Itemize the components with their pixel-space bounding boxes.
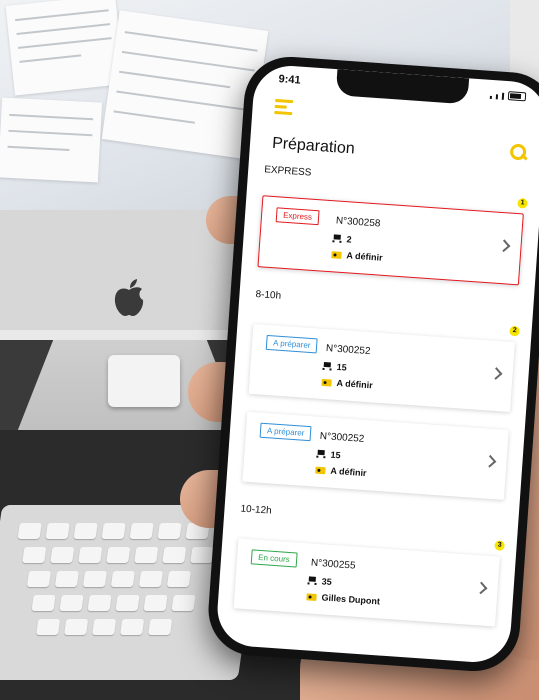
cart-icon xyxy=(322,362,332,371)
signal-icon xyxy=(489,95,492,100)
cart-icon xyxy=(307,576,317,585)
phone-screen: 9:41 Préparation EXPRESS 1 Express N°300… xyxy=(215,63,539,665)
id-card-icon xyxy=(321,378,332,387)
chevron-right-icon[interactable] xyxy=(474,581,488,595)
order-number: N°300255 xyxy=(310,557,356,572)
status-badge: En cours xyxy=(250,549,298,568)
status-icons xyxy=(489,90,527,102)
id-card-icon xyxy=(315,466,326,474)
chevron-right-icon[interactable] xyxy=(483,454,497,468)
phone-notch xyxy=(335,69,470,105)
status-time: 9:41 xyxy=(278,73,302,87)
signal-icon xyxy=(501,92,505,100)
assignee-row: A définir xyxy=(331,249,383,263)
assignee-row: A définir xyxy=(321,377,374,391)
assignee-row: A définir xyxy=(315,465,367,479)
quantity-row: 35 xyxy=(307,575,332,587)
assignee-value: A définir xyxy=(336,377,374,391)
quantity-row: 15 xyxy=(322,361,347,373)
status-badge: A préparer xyxy=(265,334,318,354)
assignee-value: Gilles Dupont xyxy=(321,592,381,607)
order-number: N°300252 xyxy=(325,343,371,358)
smartphone: 9:41 Préparation EXPRESS 1 Express N°300… xyxy=(205,53,539,675)
apple-logo-icon xyxy=(114,279,144,316)
paper-sheet xyxy=(5,0,125,96)
assignee-value: A définir xyxy=(346,250,383,263)
device-box xyxy=(108,355,180,407)
order-number: N°300258 xyxy=(335,215,381,230)
cart-icon xyxy=(332,234,342,243)
page-title: Préparation xyxy=(271,134,356,158)
quantity-row: 15 xyxy=(316,449,341,461)
status-badge: Express xyxy=(275,207,320,226)
order-number: N°300252 xyxy=(319,430,365,445)
quantity-value: 35 xyxy=(321,576,333,588)
chevron-right-icon[interactable] xyxy=(489,367,503,380)
cart-icon xyxy=(316,450,326,459)
paper-sheet xyxy=(0,97,103,183)
assignee-value: A définir xyxy=(330,465,367,479)
order-list: EXPRESS 1 Express N°300258 2 A définir 8… xyxy=(218,163,539,627)
quantity-value: 15 xyxy=(330,449,341,461)
id-card-icon xyxy=(306,592,317,601)
hamburger-menu-icon[interactable] xyxy=(274,98,294,116)
quantity-row: 2 xyxy=(332,233,352,244)
search-icon[interactable] xyxy=(509,143,528,161)
chevron-right-icon[interactable] xyxy=(497,239,511,253)
assignee-row: Gilles Dupont xyxy=(306,591,380,606)
quantity-value: 15 xyxy=(336,361,348,373)
battery-icon xyxy=(507,91,527,102)
status-badge: A préparer xyxy=(259,422,312,442)
quantity-value: 2 xyxy=(346,234,352,245)
id-card-icon xyxy=(331,250,342,259)
signal-icon xyxy=(495,94,499,100)
